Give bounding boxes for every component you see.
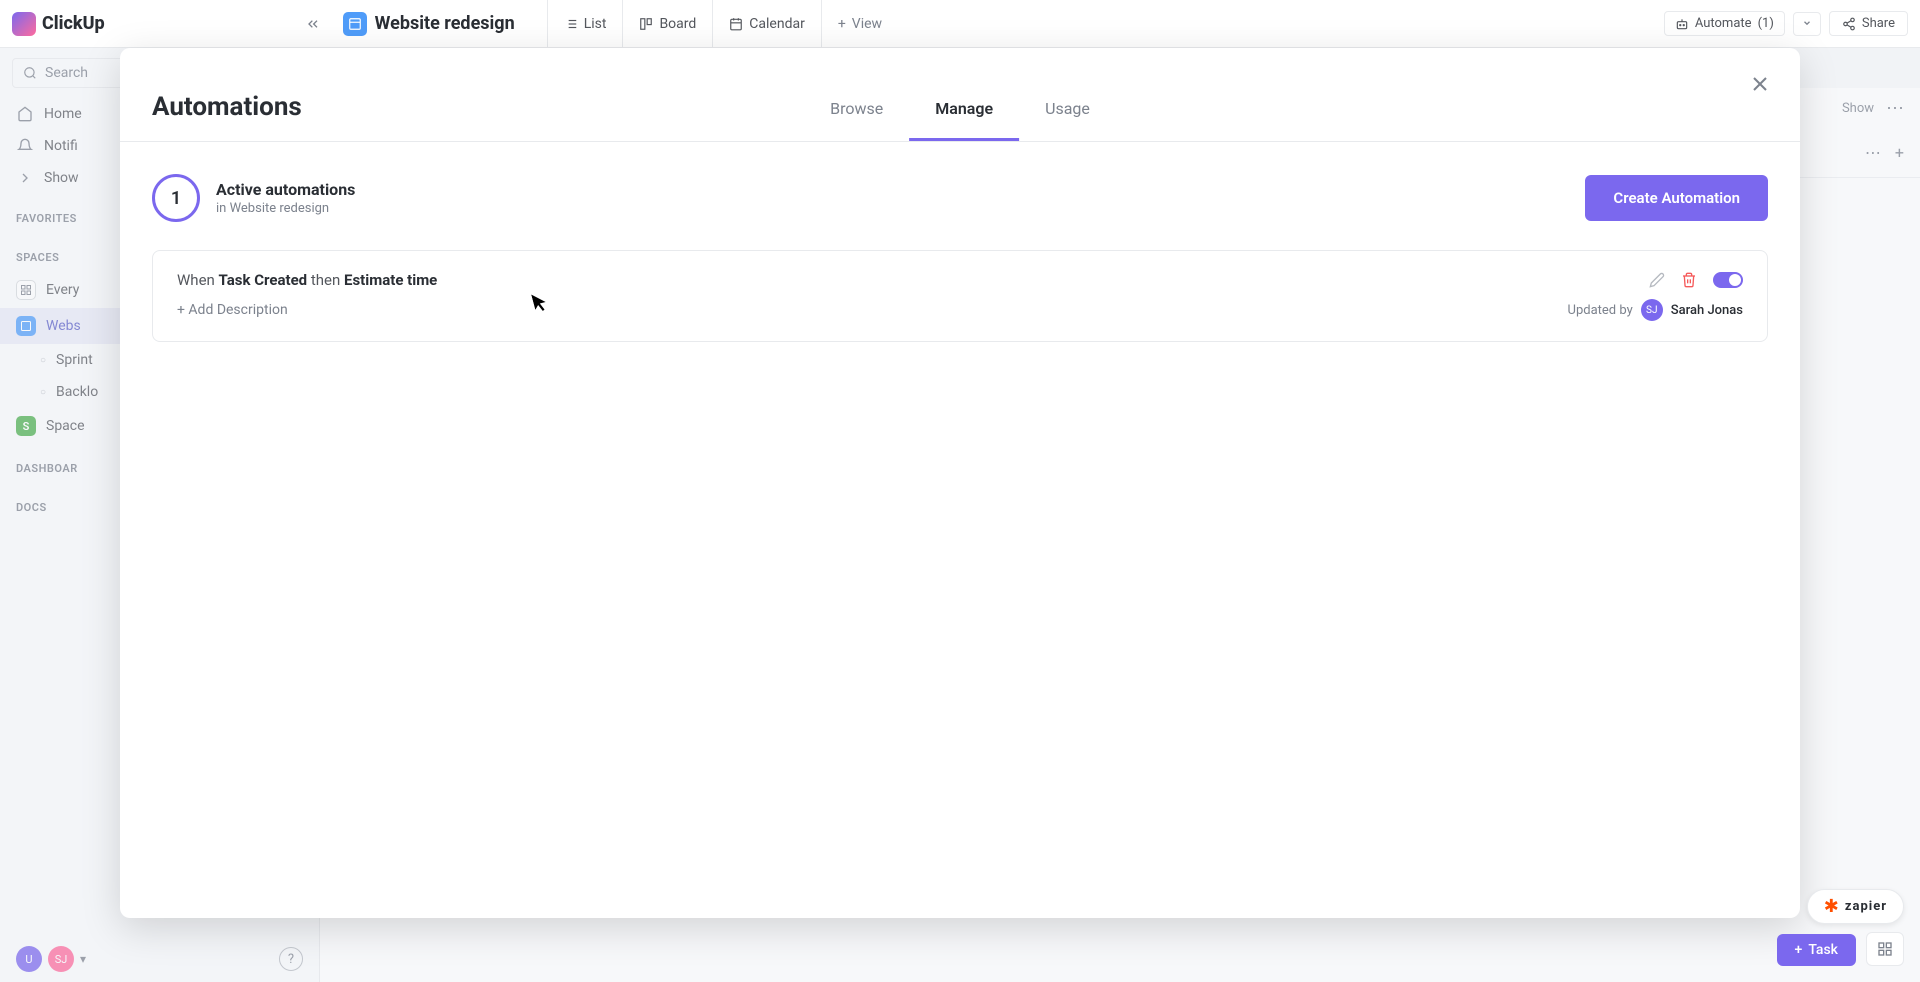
sidebar-collapse-button[interactable] — [305, 16, 321, 32]
summary-row: 1 Active automations in Website redesign… — [152, 174, 1768, 222]
action-name: Estimate time — [344, 271, 437, 289]
summary-title: Active automations — [216, 180, 355, 199]
app-name: ClickUp — [42, 13, 105, 34]
automations-modal: Automations Browse Manage Usage 1 Active… — [120, 48, 1800, 918]
delete-button[interactable] — [1681, 272, 1697, 288]
modal-body: 1 Active automations in Website redesign… — [120, 142, 1800, 918]
apps-button[interactable] — [1866, 932, 1904, 966]
tab-usage[interactable]: Usage — [1019, 79, 1116, 141]
automate-count: (1) — [1758, 16, 1774, 31]
close-icon — [1748, 72, 1772, 96]
workspace-title-wrap: Website redesign — [331, 12, 527, 36]
tab-manage[interactable]: Manage — [909, 79, 1019, 141]
add-view-button[interactable]: + View — [822, 0, 898, 48]
tab-list-label: List — [584, 16, 607, 32]
enable-toggle[interactable] — [1713, 272, 1743, 288]
card-actions — [1649, 272, 1743, 288]
view-tabs: List Board Calendar + View — [547, 0, 898, 48]
summary-sub-name: Website redesign — [230, 201, 330, 216]
trash-icon — [1681, 272, 1697, 288]
robot-icon — [1675, 17, 1689, 31]
automate-label: Automate — [1695, 16, 1752, 31]
task-label: Task — [1808, 942, 1838, 958]
then-label: then — [311, 271, 340, 289]
workspace-title[interactable]: Website redesign — [375, 13, 515, 34]
plus-icon: + — [838, 16, 846, 32]
when-label: When — [177, 271, 215, 289]
clickup-logo-icon — [12, 12, 36, 36]
updated-by-label: Updated by — [1568, 303, 1633, 318]
edit-button[interactable] — [1649, 272, 1665, 288]
share-label: Share — [1862, 16, 1895, 31]
share-button[interactable]: Share — [1829, 11, 1908, 36]
tab-board[interactable]: Board — [622, 0, 712, 48]
grid-icon — [1877, 941, 1893, 957]
zapier-badge[interactable]: ✱ zapier — [1807, 889, 1904, 924]
automation-card-footer: + Add Description Updated by SJ Sarah Jo… — [177, 299, 1743, 321]
summary-sub-prefix: in — [216, 201, 226, 216]
automate-dropdown[interactable] — [1793, 12, 1821, 36]
new-task-button[interactable]: + Task — [1777, 934, 1856, 966]
avatar: SJ — [1641, 299, 1663, 321]
tab-calendar-label: Calendar — [749, 16, 805, 32]
tab-browse[interactable]: Browse — [804, 79, 909, 141]
topbar-right: Automate (1) Share — [1664, 11, 1908, 36]
top-bar: ClickUp Website redesign List Board Cale… — [0, 0, 1920, 48]
tab-calendar[interactable]: Calendar — [712, 0, 822, 48]
share-icon — [1842, 17, 1856, 31]
updated-by-name: Sarah Jonas — [1671, 303, 1743, 318]
pencil-icon — [1649, 272, 1665, 288]
zapier-label: zapier — [1845, 899, 1887, 914]
add-description-button[interactable]: + Add Description — [177, 302, 288, 318]
active-count-badge: 1 — [152, 174, 200, 222]
automate-button[interactable]: Automate (1) — [1664, 11, 1785, 36]
modal-tabs: Browse Manage Usage — [804, 79, 1116, 141]
automation-card-header: When Task Created then Estimate time — [177, 271, 1743, 289]
automation-card[interactable]: When Task Created then Estimate time + A — [152, 250, 1768, 342]
modal-header: Automations Browse Manage Usage — [120, 48, 1800, 142]
summary-text: Active automations in Website redesign — [216, 180, 355, 216]
add-view-label: View — [852, 16, 882, 32]
automation-rule-text: When Task Created then Estimate time — [177, 271, 437, 289]
plus-icon: + — [1795, 942, 1803, 958]
updated-by: Updated by SJ Sarah Jonas — [1568, 299, 1743, 321]
modal-title: Automations — [152, 92, 302, 122]
app-logo[interactable]: ClickUp — [12, 12, 105, 36]
tab-list[interactable]: List — [547, 0, 623, 48]
trigger-name: Task Created — [219, 271, 308, 289]
close-button[interactable] — [1748, 72, 1772, 101]
create-automation-button[interactable]: Create Automation — [1585, 175, 1768, 221]
chevron-down-icon — [1802, 18, 1812, 28]
tab-board-label: Board — [659, 16, 696, 32]
workspace-icon — [343, 12, 367, 36]
zapier-icon: ✱ — [1824, 896, 1839, 917]
